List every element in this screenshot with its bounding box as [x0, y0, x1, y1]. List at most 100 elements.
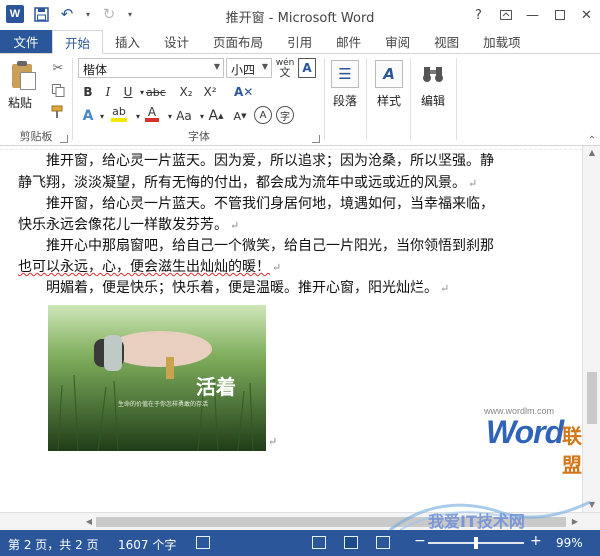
font-color-icon[interactable]: A	[144, 104, 160, 124]
page-top-edge	[0, 146, 582, 150]
cut-icon[interactable]: ✂	[50, 60, 66, 76]
zoom-level[interactable]: 99%	[556, 536, 583, 550]
clear-formatting-icon[interactable]: A✕	[234, 82, 253, 102]
tab-insert[interactable]: 插入	[103, 30, 152, 53]
tab-review[interactable]: 审阅	[373, 30, 422, 53]
web-layout-icon[interactable]	[376, 536, 390, 549]
paragraph-text: 快乐永远会像花儿一样散发芬芳。	[18, 217, 228, 233]
paragraph-mark: ↵	[440, 282, 450, 295]
scroll-up-icon[interactable]: ▲	[583, 146, 600, 160]
format-painter-icon[interactable]	[50, 104, 66, 120]
paragraph-text: 推开心中那扇窗吧，给自己一个微笑，给自己一片阳光，当你领悟到刹那	[46, 238, 494, 254]
photo-subtitle: 生命的价值在于你怎样勇敢的存活	[118, 401, 209, 408]
phonetic-guide-button[interactable]: wén 文	[276, 58, 295, 79]
chevron-down-icon: ▼	[261, 62, 268, 71]
paste-icon[interactable]	[10, 60, 38, 90]
paragraph-text: 推开窗，给心灵一片蓝天。不管我们身居何地，境遇如何，当幸福来临，	[46, 196, 494, 212]
tab-design[interactable]: 设计	[152, 30, 201, 53]
ribbon-tabs: 文件 开始 插入 设计 页面布局 引用 邮件 审阅 视图 加载项	[0, 30, 600, 54]
vertical-scrollbar[interactable]: ▲ ▼	[582, 146, 600, 512]
styles-button[interactable]: A 样式	[366, 60, 412, 109]
font-group: 楷体 ▼ 小四 ▼ wén 文 A B I U ▾ abc X₂ X² A✕ A ▾ …	[74, 54, 324, 146]
chevron-down-icon[interactable]: ▾	[94, 106, 110, 126]
group-divider	[72, 58, 73, 140]
group-divider	[456, 58, 457, 140]
ribbon-display-icon[interactable]	[492, 0, 519, 30]
minimize-icon[interactable]: —	[519, 0, 546, 30]
superscript-button[interactable]: X²	[202, 82, 218, 102]
word-count-status[interactable]: 1607 个字	[118, 536, 176, 553]
paragraph-line: 快乐永远会像花儿一样散发芬芳。 ↵	[18, 215, 578, 236]
watermark-logo: Word	[486, 414, 564, 450]
font-size-select[interactable]: 小四 ▼	[226, 58, 272, 78]
styles-icon: A	[375, 60, 403, 88]
maximize-icon[interactable]	[546, 0, 573, 30]
editing-button[interactable]: 编辑	[410, 60, 456, 109]
paragraph-label: 段落	[332, 94, 357, 108]
font-launcher-icon[interactable]	[312, 135, 320, 143]
enclose-characters-icon[interactable]: A	[254, 106, 272, 124]
grow-font-icon[interactable]: A ▲	[208, 106, 224, 126]
enclosed-character-icon[interactable]: 字	[276, 106, 294, 124]
paragraph-text: 推开窗，给心灵一片蓝天。因为爱，所以追求；因为沧桑，所以坚强。静	[46, 153, 494, 169]
editing-label: 编辑	[420, 94, 445, 108]
read-mode-icon[interactable]	[312, 536, 326, 549]
character-border-button[interactable]: A	[298, 58, 316, 78]
subscript-button[interactable]: X₂	[178, 82, 194, 102]
font-size-value: 小四	[231, 63, 256, 77]
paragraph-button[interactable]: ☰ 段落	[322, 60, 368, 109]
paste-button-label[interactable]: 粘贴	[8, 94, 32, 111]
paragraph-icon: ☰	[331, 60, 359, 88]
zoom-out-icon[interactable]: −	[414, 533, 426, 549]
paragraph-mark: ↵	[468, 177, 478, 190]
tab-file[interactable]: 文件	[0, 30, 52, 53]
paragraph-text: 也可以永远，心，便会滋生出灿灿的暖！	[18, 259, 270, 275]
vertical-scroll-thumb[interactable]	[587, 372, 597, 424]
font-name-value: 楷体	[83, 63, 108, 77]
font-group-label: 字体	[188, 130, 210, 143]
tab-mailings[interactable]: 邮件	[324, 30, 373, 53]
paragraph-line: 推开心中那扇窗吧，给自己一个微笑，给自己一片阳光，当你领悟到刹那	[18, 236, 578, 257]
font-name-select[interactable]: 楷体 ▼	[78, 58, 224, 78]
shrink-font-icon[interactable]: A ▼	[232, 106, 248, 126]
site-watermark-text: 我爱IT技术网	[428, 512, 525, 530]
title-bar: W ↶ ▾ ↻ ▾ 推开窗 - Microsoft Word ? — ✕	[0, 0, 600, 30]
close-icon[interactable]: ✕	[573, 0, 600, 30]
page-count-status[interactable]: 第 2 页，共 2 页	[8, 536, 99, 553]
paragraph-text: 明媚着，便是快乐；快乐着，便是温暖。推开心窗，阳光灿烂。	[46, 280, 438, 296]
tab-page-layout[interactable]: 页面布局	[201, 30, 275, 53]
scroll-left-icon[interactable]: ◀	[82, 513, 96, 531]
strikethrough-button[interactable]: abc	[146, 82, 166, 102]
clipboard-launcher-icon[interactable]	[60, 135, 68, 143]
tab-addins[interactable]: 加载项	[471, 30, 533, 53]
zoom-in-icon[interactable]: +	[530, 533, 542, 549]
binoculars-icon	[419, 60, 447, 88]
change-case-button[interactable]: Aa	[176, 106, 192, 126]
document-area[interactable]: 推开窗，给心灵一片蓝天。因为爱，所以追求；因为沧桑，所以坚强。静 静飞翔，淡淡凝…	[0, 146, 582, 512]
bold-button[interactable]: B	[80, 82, 96, 102]
help-button[interactable]: ?	[465, 0, 492, 30]
tab-view[interactable]: 视图	[422, 30, 471, 53]
site-watermark: 我爱IT技术网	[380, 482, 600, 530]
print-layout-icon[interactable]	[344, 536, 358, 549]
paragraph-line: 明媚着，便是快乐；快乐着，便是温暖。推开心窗，阳光灿烂。 ↵	[18, 278, 578, 299]
status-bar: 第 2 页，共 2 页 1607 个字 − + 99%	[0, 530, 600, 556]
chevron-down-icon: ▼	[213, 62, 220, 71]
watermark-logo-cn: 联盟	[562, 426, 582, 477]
paragraph-text: 静飞翔，淡淡凝望，所有无悔的付出，都会成为流年中或远或近的风景。	[18, 175, 466, 191]
paragraph-mark: ↵	[272, 261, 282, 274]
paragraph-mark: ↵	[230, 219, 240, 232]
zoom-slider-thumb[interactable]	[473, 537, 478, 549]
tab-references[interactable]: 引用	[275, 30, 324, 53]
styles-label: 样式	[376, 94, 401, 108]
ribbon: 粘贴 ✂ 剪贴板 楷体 ▼ 小四 ▼ wén 文 A B I U ▾ abc X₂ X…	[0, 54, 600, 146]
paragraph-line: 推开窗，给心灵一片蓝天。因为爱，所以追求；因为沧桑，所以坚强。静	[18, 151, 578, 172]
highlight-color-icon[interactable]: ab	[110, 104, 128, 124]
copy-icon[interactable]	[50, 82, 66, 98]
window-controls: ? — ✕	[465, 0, 600, 30]
tab-home[interactable]: 开始	[52, 30, 104, 54]
paragraph-line: 推开窗，给心灵一片蓝天。不管我们身居何地，境遇如何，当幸福来临，	[18, 194, 578, 215]
italic-button[interactable]: I	[100, 82, 116, 102]
proofing-icon[interactable]	[196, 536, 210, 549]
inline-photo[interactable]: 活着 生命的价值在于你怎样勇敢的存活	[48, 305, 266, 451]
